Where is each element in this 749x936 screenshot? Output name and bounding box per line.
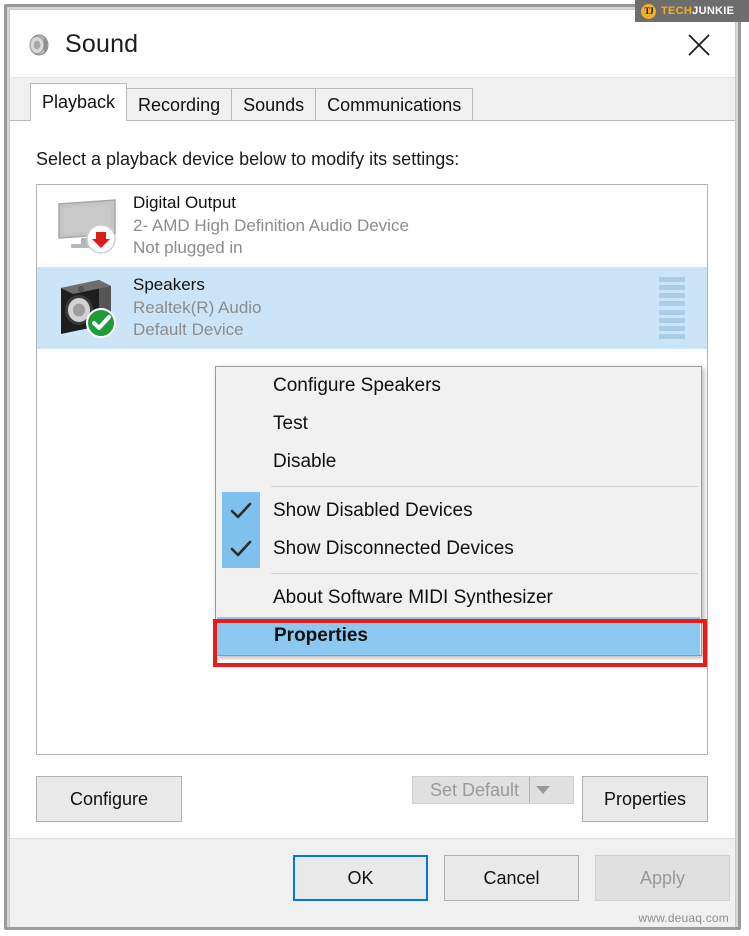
device-context-menu[interactable]: Configure Speakers Test Disable Show Dis…	[215, 366, 702, 656]
apply-button[interactable]: Apply	[595, 855, 730, 901]
site-watermark: www.deuaq.com	[638, 911, 729, 925]
menu-item-label: Show Disconnected Devices	[273, 538, 514, 560]
menu-item-label: Show Disabled Devices	[273, 500, 473, 522]
device-description: 2- AMD High Definition Audio Device	[133, 215, 409, 238]
menu-item-label: Properties	[274, 625, 368, 647]
device-status: Not plugged in	[133, 237, 409, 260]
device-name: Digital Output	[133, 192, 409, 215]
menu-separator	[271, 573, 698, 574]
set-default-split-button[interactable]: Set Default	[412, 776, 574, 804]
menu-item-about-software-midi-synthesizer[interactable]: About Software MIDI Synthesizer	[216, 579, 701, 617]
window-title: Sound	[65, 30, 138, 59]
menu-item-label: Disable	[273, 451, 336, 473]
device-row-speakers[interactable]: Speakers Realtek(R) Audio Default Device	[37, 267, 707, 349]
menu-item-label: Test	[273, 413, 308, 435]
tab-sounds[interactable]: Sounds	[231, 88, 316, 121]
menu-item-configure-speakers[interactable]: Configure Speakers	[216, 367, 701, 405]
chevron-down-icon[interactable]	[530, 785, 556, 795]
tab-recording-label: Recording	[138, 95, 220, 116]
menu-item-show-disabled-devices[interactable]: Show Disabled Devices	[216, 492, 701, 530]
menu-item-label: About Software MIDI Synthesizer	[273, 587, 553, 609]
checkmark-icon	[222, 492, 260, 530]
cancel-button[interactable]: Cancel	[444, 855, 579, 901]
device-status: Default Device	[133, 319, 262, 342]
menu-item-label: Configure Speakers	[273, 375, 441, 397]
close-icon[interactable]	[671, 24, 727, 66]
checkmark-icon	[222, 530, 260, 568]
tab-strip: Playback Recording Sounds Communications	[10, 78, 735, 121]
techjunkie-logo-icon: TJ	[641, 4, 656, 19]
menu-item-properties[interactable]: Properties	[217, 617, 700, 655]
device-action-buttons: Configure Set Default Properties	[36, 776, 708, 822]
sound-speaker-icon	[26, 32, 52, 58]
menu-item-show-disconnected-devices[interactable]: Show Disconnected Devices	[216, 530, 701, 568]
menu-item-test[interactable]: Test	[216, 405, 701, 443]
tab-playback-label: Playback	[42, 92, 115, 113]
dialog-footer: OK Cancel Apply www.deuaq.com	[10, 838, 735, 927]
tab-playback[interactable]: Playback	[30, 83, 127, 121]
configure-button[interactable]: Configure	[36, 776, 182, 822]
configure-button-label: Configure	[70, 789, 148, 810]
tab-recording[interactable]: Recording	[126, 88, 232, 121]
watermark-brand-second: JUNKIE	[692, 5, 734, 17]
techjunkie-watermark: TJ TECHJUNKIE	[635, 0, 749, 22]
properties-button[interactable]: Properties	[582, 776, 708, 822]
tab-communications[interactable]: Communications	[315, 88, 473, 121]
device-text-block: Speakers Realtek(R) Audio Default Device	[133, 274, 262, 343]
device-description: Realtek(R) Audio	[133, 297, 262, 320]
device-row-digital-output[interactable]: Digital Output 2- AMD High Definition Au…	[37, 185, 707, 267]
apply-button-label: Apply	[640, 868, 685, 889]
device-name: Speakers	[133, 274, 262, 297]
instruction-text: Select a playback device below to modify…	[36, 149, 459, 170]
cancel-button-label: Cancel	[483, 868, 539, 889]
ok-button[interactable]: OK	[293, 855, 428, 901]
menu-item-disable[interactable]: Disable	[216, 443, 701, 481]
menu-separator	[271, 486, 698, 487]
watermark-brand-first: TECH	[661, 5, 692, 17]
volume-level-meter	[659, 277, 685, 339]
screenshot-root: Sound Playback Recording Sounds Communic…	[0, 0, 749, 936]
device-text-block: Digital Output 2- AMD High Definition Au…	[133, 192, 409, 261]
ok-button-label: OK	[347, 868, 373, 889]
properties-button-label: Properties	[604, 789, 686, 810]
tab-communications-label: Communications	[327, 95, 461, 116]
monitor-icon	[53, 194, 125, 258]
set-default-button-label: Set Default	[430, 780, 529, 801]
title-bar: Sound	[10, 10, 735, 78]
speaker-box-icon	[53, 276, 125, 340]
tab-sounds-label: Sounds	[243, 95, 304, 116]
